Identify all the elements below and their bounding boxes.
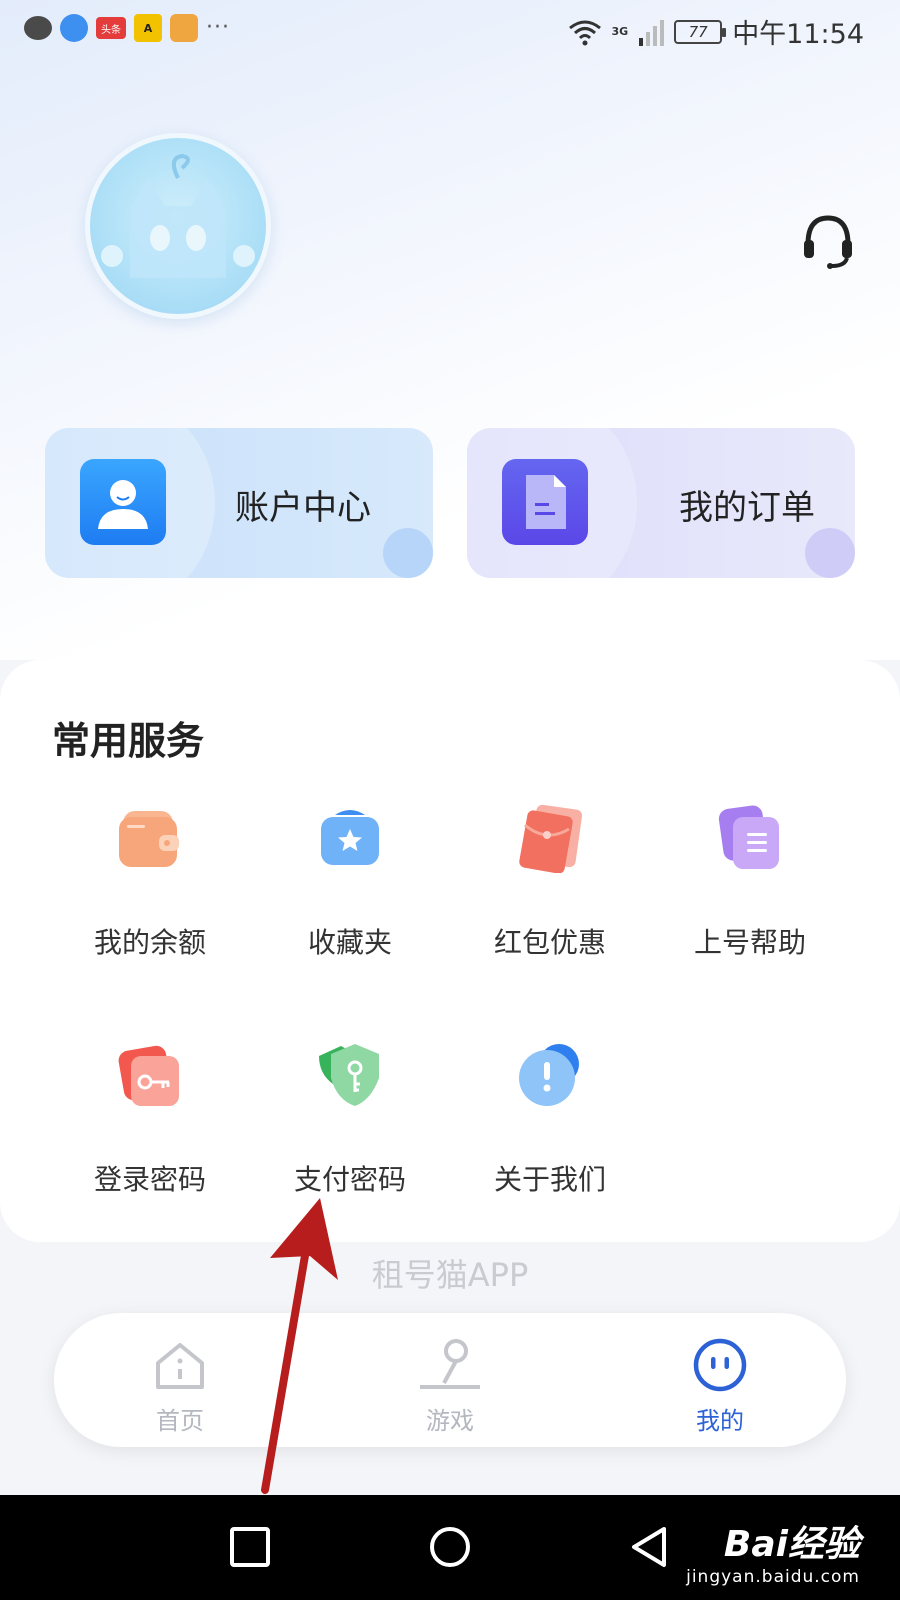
account-center-label: 账户中心 [235,488,371,528]
game-icon [420,1339,480,1389]
annotation-arrow-icon [261,1198,338,1494]
service-login-help[interactable]: 上号帮助 [650,803,850,961]
network-type: 3G [611,25,629,38]
card-decoration [383,528,433,578]
battery-icon: 77 [674,19,727,44]
wifi-icon [568,20,601,45]
tab-label: 游戏 [426,1407,474,1435]
tab-label: 我的 [696,1407,744,1435]
watermark-brand: Bai经验 [723,1524,860,1565]
help-document-icon [715,803,785,873]
watermark-url: jingyan.baidu.com [686,1567,860,1587]
user-icon [80,459,166,545]
payment-shield-key-icon [315,1040,385,1110]
message-notification-icon [24,16,52,40]
service-label: 支付密码 [293,1163,406,1196]
signal-icon [639,19,665,46]
more-notifications-icon: ··· [206,15,230,40]
service-payment-password[interactable]: 支付密码 [250,1040,450,1198]
customer-service-headset-icon[interactable] [800,210,856,270]
home-circle-icon[interactable] [428,1525,472,1569]
clock: 中午11:54 [732,19,864,50]
browser-notification-icon [60,14,88,42]
service-favorites[interactable]: 收藏夹 [250,803,450,961]
service-about-us[interactable]: 关于我们 [450,1040,650,1198]
tab-label: 首页 [156,1407,204,1435]
app-notification-icon: A [134,14,162,42]
cat-avatar-icon [101,153,255,278]
tab-games[interactable]: 游戏 [380,1337,520,1436]
my-orders-label: 我的订单 [679,488,815,528]
about-info-icon [515,1040,585,1110]
tab-home[interactable]: 首页 [110,1337,250,1436]
common-services-panel: 常用服务 我的余额 收藏夹 红包优惠 上号帮助 登录密码 支付密码 关于我们 [0,660,900,1242]
bottom-tab-bar: 首页 游戏 我的 [54,1313,846,1447]
service-my-balance[interactable]: 我的余额 [50,803,250,961]
news-notification-icon: 头条 [96,17,126,39]
favorites-star-icon [315,803,385,873]
status-bar: 头条 A ··· 3G 77 中午11:54 [0,0,900,62]
service-label: 红包优惠 [493,926,606,959]
service-login-password[interactable]: 登录密码 [50,1040,250,1198]
document-icon [502,459,588,545]
card-decoration [805,528,855,578]
my-orders-card[interactable]: 我的订单 [467,428,855,578]
profile-face-icon [693,1338,747,1392]
back-triangle-icon[interactable] [628,1525,672,1569]
home-icon [156,1343,204,1389]
section-title: 常用服务 [52,719,205,763]
service-label: 收藏夹 [307,926,392,959]
account-center-card[interactable]: 账户中心 [45,428,433,578]
service-label: 关于我们 [493,1163,606,1196]
login-key-icon [115,1040,185,1110]
service-label: 上号帮助 [693,926,806,959]
service-red-envelope-coupons[interactable]: 红包优惠 [450,803,650,961]
app-brand-footer: 租号猫APP [371,1256,529,1294]
avatar[interactable] [85,133,271,319]
tab-mine[interactable]: 我的 [650,1337,790,1436]
baidu-jingyan-watermark: Bai经验 jingyan.baidu.com [686,1515,860,1587]
service-label: 登录密码 [93,1163,206,1196]
wallet-icon [115,803,185,873]
recent-apps-square-icon[interactable] [228,1525,272,1569]
service-label: 我的余额 [93,926,206,959]
package-notification-icon [170,14,198,42]
red-envelope-icon [515,803,585,874]
system-navigation-bar: Bai经验 jingyan.baidu.com [0,1495,900,1600]
